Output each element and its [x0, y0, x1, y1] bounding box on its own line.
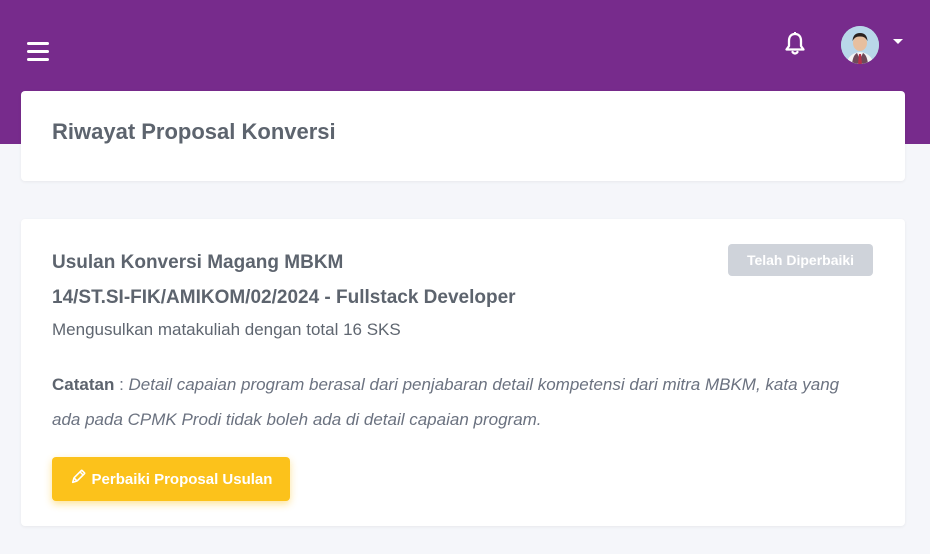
fix-proposal-button[interactable]: Perbaiki Proposal Usulan	[52, 457, 290, 501]
proposal-card: Usulan Konversi Magang MBKM 14/ST.SI-FIK…	[21, 219, 905, 526]
bell-icon[interactable]	[783, 31, 807, 57]
fix-proposal-button-label: Perbaiki Proposal Usulan	[91, 470, 273, 488]
page-title: Riwayat Proposal Konversi	[52, 119, 336, 144]
proposal-title: Usulan Konversi Magang MBKM 14/ST.SI-FIK…	[52, 245, 732, 315]
caret-down-icon[interactable]	[893, 39, 903, 44]
proposal-title-line2: 14/ST.SI-FIK/AMIKOM/02/2024 - Fullstack …	[52, 287, 516, 308]
user-avatar[interactable]	[841, 26, 879, 64]
page-header-card: Riwayat Proposal Konversi	[21, 91, 905, 181]
note-separator: :	[114, 375, 129, 394]
note-text: Detail capaian program berasal dari penj…	[52, 375, 840, 429]
status-badge: Telah Diperbaiki	[728, 244, 873, 276]
hamburger-menu-icon[interactable]	[27, 42, 49, 62]
proposal-note: Catatan : Detail capaian program berasal…	[52, 367, 872, 437]
proposal-description: Mengusulkan matakuliah dengan total 16 S…	[52, 320, 401, 339]
proposal-title-line1: Usulan Konversi Magang MBKM	[52, 252, 344, 273]
note-label: Catatan	[52, 375, 115, 394]
pencil-icon	[70, 469, 86, 489]
